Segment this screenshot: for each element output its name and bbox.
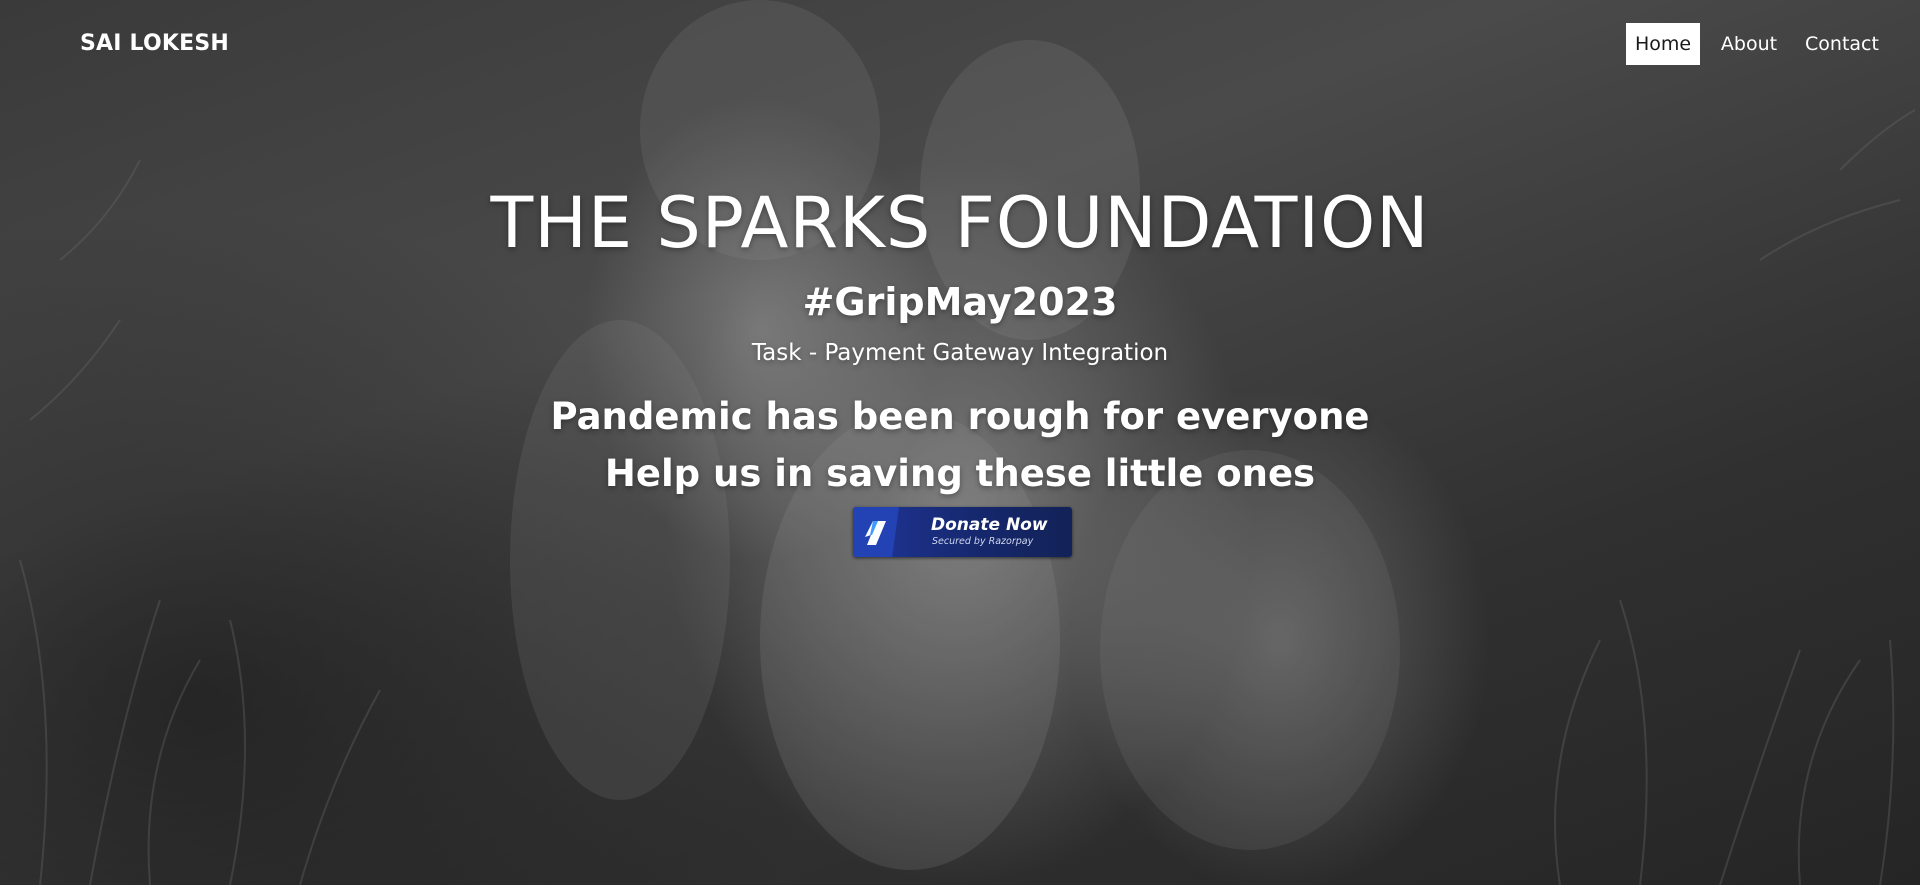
hero-section: SAI LOKESH Home About Contact THE SPARKS… — [0, 0, 1920, 885]
hashtag-heading: #GripMay2023 — [802, 280, 1118, 324]
razorpay-logo-icon — [853, 507, 899, 557]
message-line-1: Pandemic has been rough for everyone — [550, 395, 1370, 438]
hero-content: THE SPARKS FOUNDATION #GripMay2023 Task … — [0, 0, 1920, 885]
task-subtitle: Task - Payment Gateway Integration — [751, 340, 1169, 366]
page-title: THE SPARKS FOUNDATION — [490, 182, 1430, 264]
message-line-2: Help us in saving these little ones — [604, 452, 1316, 495]
donate-button-label: Donate Now — [931, 515, 1048, 535]
donate-button-sublabel: Secured by Razorpay — [932, 536, 1034, 547]
donate-now-button[interactable]: Donate Now Secured by Razorpay — [853, 507, 1072, 557]
